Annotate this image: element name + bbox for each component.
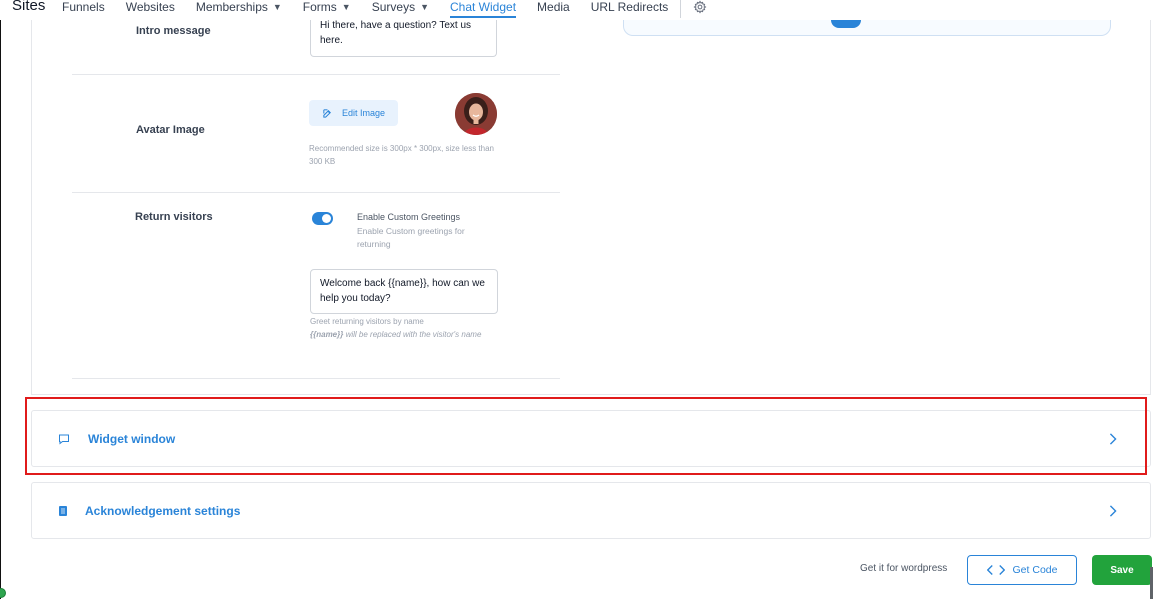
nav-label: Memberships [195, 0, 268, 14]
intro-message-input[interactable]: Hi there, have a question? Text us here. [310, 14, 497, 57]
avatar-image-label: Avatar Image [136, 124, 205, 136]
nav-items: Funnels Websites Memberships ▼ Forms ▼ Sur… [62, 0, 707, 20]
intro-message-label: Intro message [136, 25, 211, 37]
help-line-2-text: will be replaced with the visitor's name [343, 330, 482, 339]
nav-chat-widget[interactable]: Chat Widget [450, 0, 517, 20]
acknowledgement-label: Acknowledgement settings [85, 503, 241, 518]
widget-window-section[interactable]: Widget window [31, 410, 1151, 467]
top-nav: Sites Funnels Websites Memberships ▼ Form… [0, 0, 1153, 20]
nav-url-redirects[interactable]: URL Redirects [591, 0, 669, 20]
widget-window-label: Widget window [88, 431, 176, 446]
nav-divider [680, 0, 682, 18]
edit-icon [323, 108, 331, 118]
wordpress-link[interactable]: Get it for wordpress [860, 563, 947, 574]
help-line-2: {{name}} will be replaced with the visit… [310, 328, 500, 341]
intro-message-text: Hi there, have a question? Text us here. [320, 20, 472, 46]
chat-bubble-icon [59, 434, 69, 445]
page: Sites Funnels Websites Memberships ▼ Form… [0, 0, 1153, 599]
nav-label: Websites [125, 0, 175, 14]
chevron-down-icon: ▼ [341, 2, 351, 12]
return-visitors-label: Return visitors [135, 211, 213, 223]
chevron-down-icon: ▼ [272, 2, 282, 12]
preview-launcher [831, 20, 861, 28]
edit-image-button[interactable]: Edit Image [309, 100, 398, 126]
avatar-image [455, 93, 497, 135]
toggle-title: Enable Custom Greetings [357, 212, 461, 222]
nav-label: Chat Widget [450, 0, 517, 14]
save-button[interactable]: Save [1092, 555, 1152, 585]
window-edge [0, 0, 1, 599]
row-divider [72, 378, 560, 379]
chevron-right-icon [1109, 432, 1117, 445]
code-icon [986, 565, 1005, 575]
nav-forms[interactable]: Forms ▼ [303, 0, 351, 20]
row-divider [72, 192, 560, 193]
nav-label: Funnels [62, 0, 105, 14]
avatar [455, 93, 497, 135]
avatar-help-text: Recommended size is 300px * 300px, size … [309, 144, 494, 166]
help-line-1: Greet returning visitors by name [310, 317, 424, 326]
nav-websites[interactable]: Websites [126, 0, 175, 20]
nav-label: Surveys [371, 0, 416, 14]
name-token: {{name}} [310, 330, 344, 339]
brand-title: Sites [12, 0, 46, 14]
get-code-button[interactable]: Get Code [967, 555, 1077, 585]
gear-icon[interactable] [693, 0, 707, 14]
chevron-right-icon [1109, 504, 1117, 517]
return-help-text: Greet returning visitors by name {{name}… [310, 315, 500, 341]
get-code-label: Get Code [1012, 564, 1058, 576]
acknowledgement-settings-section[interactable]: Acknowledgement settings [31, 482, 1151, 539]
edit-image-label: Edit Image [342, 108, 386, 118]
settings-card [31, 0, 1151, 395]
nav-memberships[interactable]: Memberships ▼ [196, 0, 282, 20]
nav-label: URL Redirects [590, 0, 669, 14]
status-dot [0, 588, 6, 598]
nav-label: Media [537, 0, 570, 14]
row-divider [72, 74, 560, 75]
nav-label: Forms [302, 0, 337, 14]
document-icon [59, 505, 67, 516]
custom-greetings-toggle[interactable] [312, 212, 333, 225]
return-greeting-text: Welcome back {{name}}, how can we help y… [320, 278, 485, 304]
nav-funnels[interactable]: Funnels [62, 0, 105, 20]
toggle-description: Enable Custom greetings for returning [357, 226, 465, 249]
nav-surveys[interactable]: Surveys ▼ [372, 0, 429, 20]
chevron-down-icon: ▼ [420, 2, 429, 12]
nav-media[interactable]: Media [537, 0, 570, 20]
return-greeting-input[interactable]: Welcome back {{name}}, how can we help y… [310, 269, 498, 314]
